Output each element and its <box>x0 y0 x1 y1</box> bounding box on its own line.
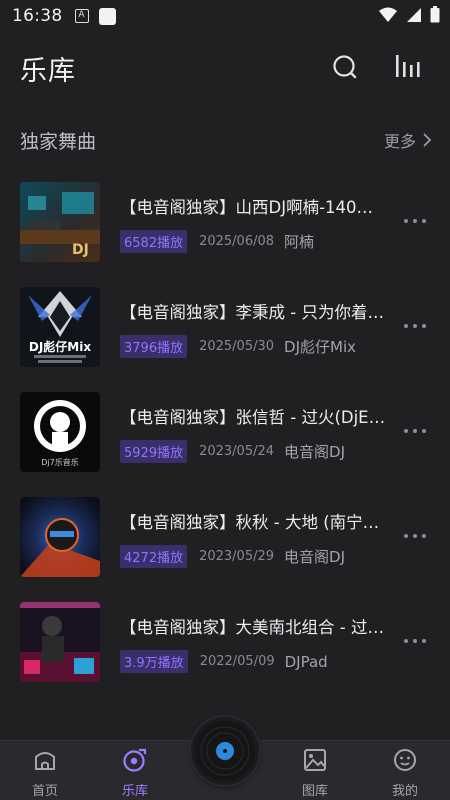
track-date: 2022/05/09 <box>199 654 275 669</box>
track-cover <box>20 602 100 682</box>
track-author: DJ彪仔Mix <box>284 338 356 356</box>
more-options-icon[interactable] <box>404 531 432 541</box>
track-date: 2023/05/29 <box>199 549 275 564</box>
track-author: 阿楠 <box>284 233 315 251</box>
search-button[interactable] <box>330 52 360 82</box>
track-row[interactable]: DJ彪仔Mix 【电音阁独家】李秉成 - 只为你着… 3796播放 2025/0… <box>0 281 450 371</box>
track-cover: DJ <box>20 182 100 262</box>
nav-label: 乐库 <box>121 784 148 799</box>
vinyl-record-icon <box>195 721 255 781</box>
cover-text: DJ <box>72 242 89 258</box>
track-title: 【电音阁独家】山西DJ啊楠-140… <box>120 198 374 217</box>
nav-label: 图库 <box>301 784 328 799</box>
page-title: 乐库 <box>20 55 76 87</box>
play-count-badge: 4272播放 <box>120 545 188 568</box>
track-cover: DJ彪仔Mix <box>20 287 100 367</box>
track-title: 【电音阁独家】李秉成 - 只为你着… <box>120 303 384 322</box>
track-date: 2025/06/08 <box>199 234 275 249</box>
cover-image: DJ <box>20 182 100 262</box>
nav-label: 首页 <box>31 784 58 799</box>
track-cover <box>20 497 100 577</box>
nav-item-home[interactable]: 首页 <box>15 747 75 799</box>
nav-item-gallery[interactable]: 图库 <box>285 747 345 799</box>
track-meta: 5929播放 2023/05/24 电音阁DJ <box>120 440 345 463</box>
more-options-icon[interactable] <box>404 426 432 436</box>
nav-item-profile[interactable]: 我的 <box>375 747 435 799</box>
track-date: 2023/05/24 <box>199 444 275 459</box>
section-header: 独家舞曲 更多 <box>0 120 450 160</box>
equalizer-button[interactable] <box>393 52 425 82</box>
track-meta: 3796播放 2025/05/30 DJ彪仔Mix <box>120 335 356 358</box>
cover-image <box>20 602 100 682</box>
section-title: 独家舞曲 <box>20 130 97 153</box>
play-count-badge: 3.9万播放 <box>120 650 188 673</box>
more-link[interactable]: 更多 <box>384 128 432 152</box>
track-meta: 6582播放 2025/06/08 阿楠 <box>120 230 314 253</box>
wifi-icon <box>379 7 397 22</box>
now-playing-disc[interactable] <box>191 717 259 785</box>
gallery-icon <box>304 749 326 771</box>
play-count-badge: 5929播放 <box>120 440 188 463</box>
profile-icon <box>394 749 416 771</box>
notification-square-icon <box>98 7 116 25</box>
track-author: 电音阁DJ <box>284 548 346 566</box>
nav-item-music-library[interactable]: 乐库 <box>105 747 165 799</box>
more-label: 更多 <box>383 132 416 151</box>
status-indicators <box>378 6 440 23</box>
cover-image: DJ彪仔Mix <box>20 287 100 367</box>
more-options-icon[interactable] <box>404 216 432 226</box>
track-title: 【电音阁独家】秋秋 - 大地 (南宁D… <box>120 513 388 532</box>
cover-text: DJ彪仔Mix <box>29 339 91 354</box>
more-options-icon[interactable] <box>404 321 432 331</box>
track-author: 电音阁DJ <box>284 443 346 461</box>
notification-a-icon: A <box>74 9 89 23</box>
track-meta: 3.9万播放 2022/05/09 DJPad <box>120 650 328 673</box>
more-options-icon[interactable] <box>404 636 432 646</box>
track-row[interactable]: 【电音阁独家】秋秋 - 大地 (南宁D… 4272播放 2023/05/29 电… <box>0 491 450 581</box>
cover-image <box>20 497 100 577</box>
home-icon <box>35 752 55 770</box>
play-count-badge: 6582播放 <box>120 230 188 253</box>
status-bar: 16:38 A <box>0 0 450 32</box>
cover-image: Dj7乐音乐 <box>20 392 100 472</box>
track-row[interactable]: Dj7乐音乐 【电音阁独家】张信哲 - 过火(DjE… 5929播放 2023/… <box>0 386 450 476</box>
music-library-icon <box>123 748 147 772</box>
app-header: 乐库 <box>0 40 450 96</box>
battery-icon <box>430 6 440 23</box>
nav-label: 我的 <box>391 784 418 799</box>
track-cover: Dj7乐音乐 <box>20 392 100 472</box>
status-time: 16:38 <box>12 6 63 26</box>
track-meta: 4272播放 2023/05/29 电音阁DJ <box>120 545 345 568</box>
track-row[interactable]: DJ 【电音阁独家】山西DJ啊楠-140… 6582播放 2025/06/08 … <box>0 176 450 266</box>
play-count-badge: 3796播放 <box>120 335 188 358</box>
chevron-right-icon <box>423 133 432 147</box>
track-row[interactable]: 【电音阁独家】大美南北组合 - 过… 3.9万播放 2022/05/09 DJP… <box>0 596 450 686</box>
track-author: DJPad <box>284 652 328 671</box>
cover-text: Dj7乐音乐 <box>41 457 78 467</box>
search-icon <box>333 55 357 79</box>
track-date: 2025/05/30 <box>199 339 275 354</box>
equalizer-bars-icon <box>396 55 420 77</box>
track-title: 【电音阁独家】张信哲 - 过火(DjE… <box>120 408 386 427</box>
signal-icon <box>407 7 421 22</box>
track-title: 【电音阁独家】大美南北组合 - 过… <box>120 618 384 637</box>
